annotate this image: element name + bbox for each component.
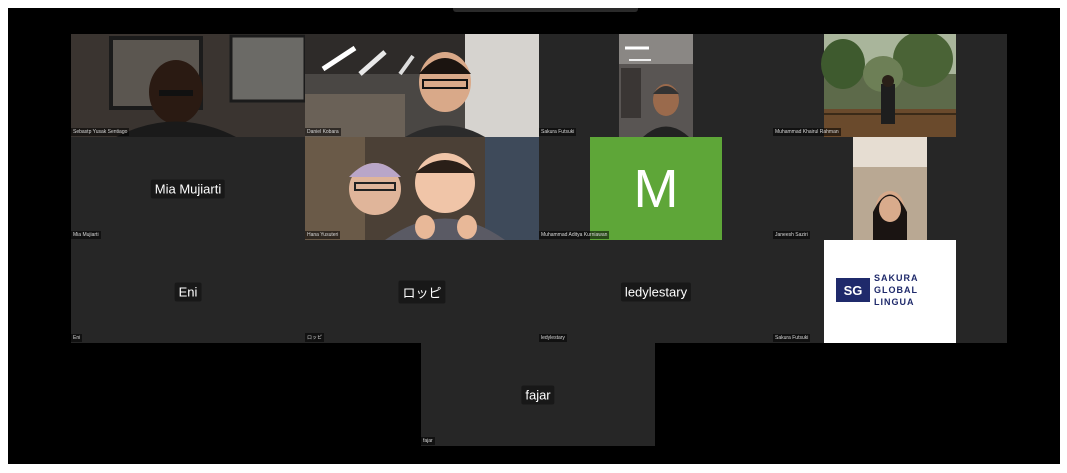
video-feed	[71, 34, 305, 137]
participant-name-tag: fajar	[421, 437, 435, 445]
participant-name-tag: Sakura Futsuki	[539, 128, 577, 136]
participant-name-tag: ledylestary	[539, 334, 567, 342]
participant-tile[interactable]: SG SAKURA GLOBAL LINGUA Sakura Futsuki	[773, 240, 1007, 343]
participant-tile[interactable]: ロッピ ロッピ	[305, 240, 539, 343]
participant-name-tag: Sebastp Yusak Sentiago	[71, 128, 130, 136]
participant-tile[interactable]: Sebastp Yusak Sentiago	[71, 34, 305, 137]
video-feed	[853, 137, 927, 240]
avatar: M	[590, 137, 722, 240]
logo-text: GLOBAL	[874, 285, 918, 295]
participant-display-name: Mia Mujiarti	[150, 179, 226, 198]
participant-name-tag: Sakura Futsuki	[773, 334, 811, 342]
participant-name-tag: Muhammad Khairul Rahman	[773, 128, 841, 136]
video-feed	[619, 34, 693, 137]
video-feed	[821, 34, 956, 137]
participant-tile[interactable]: Daniel Kobara	[305, 34, 539, 137]
participant-tile[interactable]: Janeesh Saziri	[773, 137, 1007, 240]
participant-tile[interactable]: ledylestary ledylestary	[539, 240, 773, 343]
participant-tile[interactable]: Sakura Futsuki	[539, 34, 773, 137]
participant-name-tag: Janeesh Saziri	[773, 231, 810, 239]
logo-mark: SG	[836, 278, 870, 302]
participant-tile[interactable]: M Muhammad Aditya Kurniawan	[539, 137, 773, 240]
participant-name-tag: Daniel Kobara	[305, 128, 341, 136]
video-feed	[305, 137, 539, 240]
participant-name-tag: Muhammad Aditya Kurniawan	[539, 231, 610, 239]
participant-display-name: ロッピ	[398, 280, 446, 303]
participant-name-tag: Eni	[71, 334, 83, 342]
participant-tile[interactable]: Eni Eni	[71, 240, 305, 343]
participant-tile[interactable]: Muhammad Khairul Rahman	[773, 34, 1007, 137]
logo-text: LINGUA	[874, 297, 915, 307]
participant-tile[interactable]: Hana Yusuteri	[305, 137, 539, 240]
participant-name-tag: Mia Mujiarti	[71, 231, 101, 239]
participant-display-name: Eni	[174, 282, 202, 301]
participant-display-name: ledylestary	[620, 282, 692, 301]
top-drag-handle[interactable]	[453, 8, 638, 12]
participant-tile[interactable]: Mia Mujiarti Mia Mujiarti	[71, 137, 305, 240]
participant-name-tag: Hana Yusuteri	[305, 231, 341, 239]
video-feed	[305, 34, 539, 137]
participant-display-name: fajar	[521, 385, 555, 404]
video-gallery: Sebastp Yusak Sentiago Daniel Kobara Sak…	[8, 8, 1060, 464]
participant-tile[interactable]: fajar fajar	[421, 343, 655, 446]
participant-name-tag: ロッピ	[305, 333, 325, 342]
sakura-global-lingua-logo: SG SAKURA GLOBAL LINGUA	[824, 240, 956, 343]
logo-text: SAKURA	[874, 273, 919, 283]
